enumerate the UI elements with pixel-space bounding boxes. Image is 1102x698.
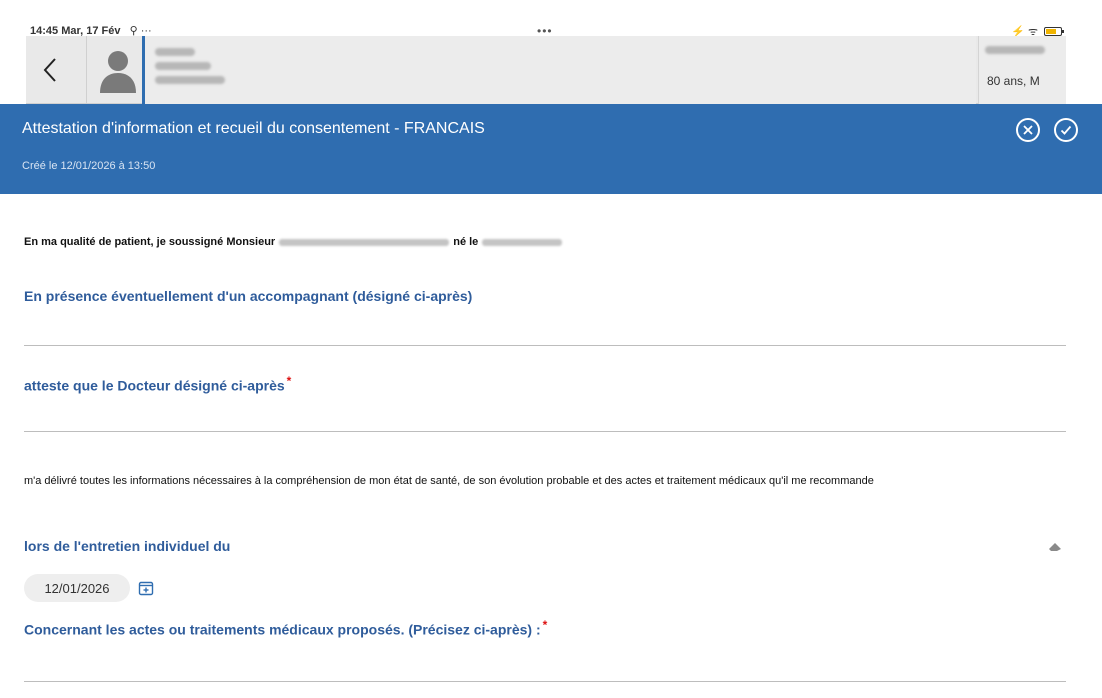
form-body: En ma qualité de patient, je soussigné M… bbox=[0, 194, 1102, 698]
patient-identity-redacted bbox=[142, 36, 976, 104]
redacted-name-line bbox=[155, 48, 195, 56]
companion-input[interactable] bbox=[24, 316, 1066, 346]
avatar bbox=[86, 36, 148, 104]
form-created-date: Créé le 12/01/2026 à 13:50 bbox=[22, 160, 156, 172]
redacted-id-line bbox=[155, 76, 225, 84]
status-bar: 14:45 Mar, 17 Fév ⚲ ··· ••• ⚡ ᯤ bbox=[0, 0, 1102, 38]
intro-born-text: né le bbox=[453, 236, 479, 248]
chevron-left-icon bbox=[43, 58, 56, 82]
form-title: Attestation d'information et recueil du … bbox=[22, 120, 485, 137]
doctor-input[interactable] bbox=[24, 402, 1066, 432]
intro-statement: En ma qualité de patient, je soussigné M… bbox=[24, 236, 563, 248]
calendar-icon[interactable] bbox=[138, 580, 154, 596]
info-paragraph: m'a délivré toutes les informations néce… bbox=[24, 475, 874, 487]
required-mark: * bbox=[286, 374, 292, 388]
patient-demographics: 80 ans, M bbox=[978, 36, 1066, 104]
redacted-firstname-line bbox=[155, 62, 211, 70]
companion-label: En présence éventuellement d'un accompag… bbox=[24, 288, 473, 304]
validate-button[interactable] bbox=[1054, 118, 1078, 142]
patient-header: 80 ans, M bbox=[26, 36, 1066, 104]
intro-prefix-text: En ma qualité de patient, je soussigné M… bbox=[24, 236, 276, 248]
doctor-label: atteste que le Docteur désigné ci-après * bbox=[24, 374, 291, 394]
back-button[interactable] bbox=[26, 36, 74, 104]
treatments-label-text: Concernant les actes ou traitements médi… bbox=[24, 621, 541, 638]
redacted-birthdate-line bbox=[985, 46, 1045, 54]
close-icon bbox=[1023, 125, 1033, 135]
interview-date-field[interactable]: 12/01/2026 bbox=[24, 574, 130, 602]
redacted-patient-name bbox=[279, 238, 450, 246]
redacted-birthdate bbox=[482, 238, 563, 246]
form-actions bbox=[1016, 118, 1078, 142]
treatments-input[interactable] bbox=[24, 652, 1066, 682]
cancel-button[interactable] bbox=[1016, 118, 1040, 142]
treatments-label: Concernant les actes ou traitements médi… bbox=[24, 618, 547, 638]
required-mark: * bbox=[542, 618, 548, 632]
interview-label: lors de l'entretien individuel du bbox=[24, 538, 231, 554]
battery-icon bbox=[1044, 27, 1064, 36]
check-icon bbox=[1060, 125, 1072, 135]
eraser-icon[interactable] bbox=[1048, 542, 1062, 552]
doctor-label-text: atteste que le Docteur désigné ci-après bbox=[24, 377, 285, 394]
form-header: Attestation d'information et recueil du … bbox=[0, 104, 1102, 194]
age-sex-label: 80 ans, M bbox=[987, 74, 1040, 88]
person-icon bbox=[99, 51, 136, 93]
